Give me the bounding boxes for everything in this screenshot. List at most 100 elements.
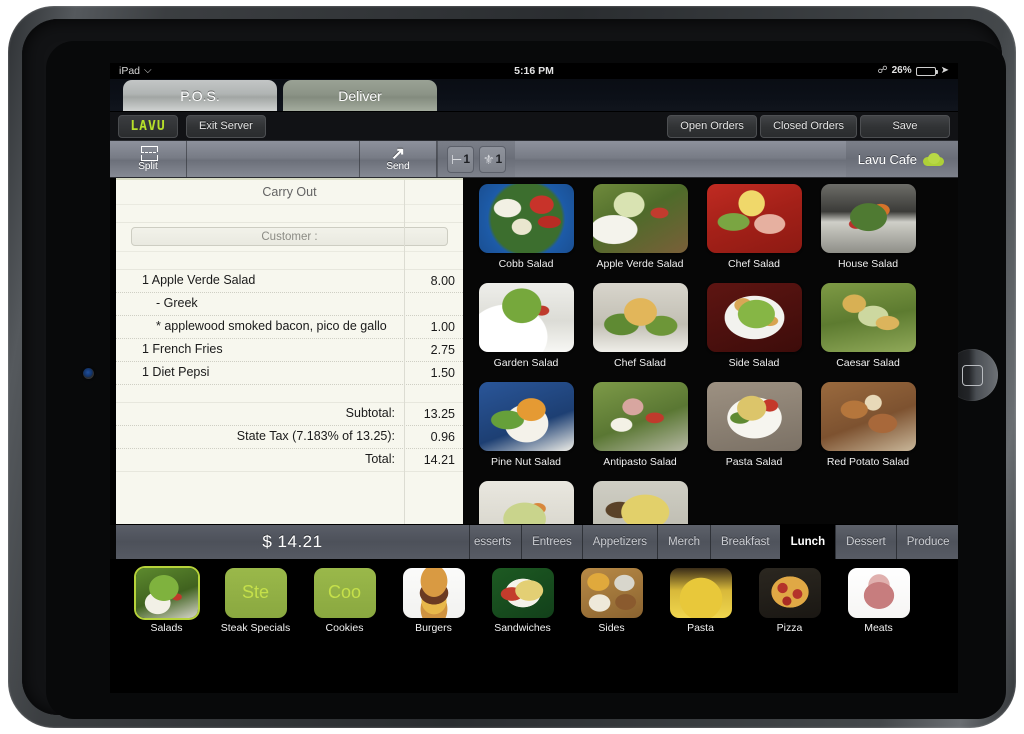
utensil-fork-icon: ⚜ <box>482 151 495 167</box>
menu-item-image <box>478 481 574 524</box>
category-tab-appetizers[interactable]: Appetizers <box>581 525 658 559</box>
dock-category-steak-specials[interactable]: Ste Steak Specials <box>211 567 300 635</box>
split-icon <box>140 145 158 161</box>
menu-item[interactable]: Pasta Salad <box>697 382 811 481</box>
order-type-header: Carry Out <box>116 180 463 205</box>
ticket-line-item[interactable]: * applewood smoked bacon, pico de gallo … <box>116 316 463 339</box>
open-orders-button[interactable]: Open Orders <box>667 114 758 138</box>
customer-field-wrap: Customer : <box>116 223 463 252</box>
line-item-text: - Greek <box>156 296 198 311</box>
total-value: 14.21 <box>423 453 455 467</box>
tab-pos[interactable]: P.O.S. <box>123 80 277 111</box>
guest-count-badge[interactable]: ⚜ 1 <box>479 145 506 173</box>
toolbar-spacer <box>187 141 360 177</box>
status-clock: 5:16 PM <box>514 65 554 77</box>
menu-item-label: Chef Salad <box>614 357 666 369</box>
line-item-text: 1 French Fries <box>142 342 223 357</box>
ticket-gap-totals <box>116 385 463 403</box>
dock-category-image <box>402 567 465 618</box>
dock-category-image <box>847 567 910 618</box>
category-tab-entrees[interactable]: Entrees <box>521 525 582 559</box>
dock-category-pasta[interactable]: Pasta <box>656 567 745 635</box>
dock-category-image <box>758 567 821 618</box>
menu-item-label: Pasta Salad <box>725 456 783 468</box>
dock-category-meats[interactable]: Meats <box>834 567 923 635</box>
dock-category-label: Pizza <box>776 621 803 634</box>
ticket-tax-row: State Tax (7.183% of 13.25): 0.96 <box>116 426 463 449</box>
line-item-text: 1 Apple Verde Salad <box>142 273 256 288</box>
menu-item[interactable]: Red Potato Salad <box>811 382 925 481</box>
menu-item-image <box>478 382 574 451</box>
category-tab-dessert[interactable]: Dessert <box>835 525 896 559</box>
tax-value: 0.96 <box>430 430 455 444</box>
dock-category-burgers[interactable]: Burgers <box>389 567 478 635</box>
dock-category-label: Sides <box>598 621 625 634</box>
ticket-line-item[interactable]: 1 Diet Pepsi 1.50 <box>116 362 463 385</box>
category-tab-desserts-clipped[interactable]: esserts <box>469 525 522 559</box>
action-bar-right-group: Open Orders Closed Orders Save <box>664 114 950 138</box>
mode-tab-bar: P.O.S. Deliver <box>110 79 958 111</box>
menu-item[interactable]: House Salad <box>811 184 925 283</box>
badge-zone: ⊢ 1 ⚜ 1 <box>437 141 515 177</box>
ticket-gap-top <box>116 205 463 223</box>
menu-grid-inner: Cobb Salad Apple Verde Salad Chef Salad <box>469 184 958 524</box>
menu-item[interactable]: Antipasto Salad <box>583 382 697 481</box>
category-tab-merch[interactable]: Merch <box>657 525 711 559</box>
exit-server-button[interactable]: Exit Server <box>186 114 266 138</box>
lavu-logo[interactable]: LAVU <box>118 114 178 138</box>
dock-category-pizza[interactable]: Pizza <box>745 567 834 635</box>
menu-item[interactable] <box>583 481 697 524</box>
closed-orders-button[interactable]: Closed Orders <box>760 114 857 138</box>
menu-item[interactable] <box>469 481 583 524</box>
venue-name-label: Lavu Cafe <box>857 151 917 167</box>
menu-item-image <box>820 184 916 253</box>
menu-item[interactable]: Garden Salad <box>469 283 583 382</box>
ticket-line-item[interactable]: - Greek <box>116 293 463 316</box>
table-seat-icon: ⊢ <box>450 151 463 167</box>
ticket-empty-space <box>116 472 463 524</box>
order-total-button[interactable]: $ 14.21 <box>116 525 469 559</box>
menu-item-image <box>820 283 916 352</box>
table-count-badge[interactable]: ⊢ 1 <box>447 145 474 173</box>
ticket-gap-mid <box>116 252 463 270</box>
menu-item[interactable]: Pine Nut Salad <box>469 382 583 481</box>
menu-item[interactable]: Chef Salad <box>583 283 697 382</box>
menu-item[interactable]: Apple Verde Salad <box>583 184 697 283</box>
menu-item-label: Apple Verde Salad <box>596 258 684 270</box>
dock-category-image: Coo <box>313 567 376 618</box>
dock-category-sandwiches[interactable]: Sandwiches <box>478 567 567 635</box>
subtotal-label: Subtotal: <box>345 406 395 421</box>
line-item-price: 8.00 <box>430 274 455 288</box>
menu-item-image <box>592 382 688 451</box>
tab-deliver[interactable]: Deliver <box>283 80 437 111</box>
dock-category-label: Burgers <box>415 621 452 634</box>
menu-item[interactable]: Cobb Salad <box>469 184 583 283</box>
menu-item[interactable]: Side Salad <box>697 283 811 382</box>
battery-percent-label: 26% <box>891 65 912 76</box>
tax-label: State Tax (7.183% of 13.25): <box>236 429 395 444</box>
menu-item[interactable]: Chef Salad <box>697 184 811 283</box>
menu-item-image <box>478 184 574 253</box>
menu-item-label: Cobb Salad <box>498 258 554 270</box>
save-button[interactable]: Save <box>860 114 950 138</box>
ticket-line-item[interactable]: 1 French Fries 2.75 <box>116 339 463 362</box>
send-button[interactable]: ↗ Send <box>360 141 437 177</box>
menu-item[interactable]: Caesar Salad <box>811 283 925 382</box>
category-tab-lunch[interactable]: Lunch <box>779 525 836 559</box>
dock-category-salads[interactable]: Salads <box>122 567 211 635</box>
menu-item-label: Side Salad <box>728 357 780 369</box>
action-bar: LAVU Exit Server Open Orders Closed Orde… <box>110 111 958 140</box>
ticket-subtotal-row: Subtotal: 13.25 <box>116 403 463 426</box>
ticket-line-item[interactable]: 1 Apple Verde Salad 8.00 <box>116 270 463 293</box>
order-ticket: Carry Out Customer : 1 Apple Verde Salad… <box>116 178 463 524</box>
category-tab-produce[interactable]: Produce <box>895 525 958 559</box>
category-tab-breakfast[interactable]: Breakfast <box>710 525 780 559</box>
dock-category-label: Meats <box>864 621 893 634</box>
split-button[interactable]: Split <box>110 141 187 177</box>
guest-count-value: 1 <box>495 152 503 166</box>
dock-category-sides[interactable]: Sides <box>567 567 656 635</box>
dock-category-label: Sandwiches <box>494 621 551 634</box>
dock-category-label: Salads <box>150 621 183 634</box>
customer-input[interactable]: Customer : <box>131 227 448 246</box>
dock-category-cookies[interactable]: Coo Cookies <box>300 567 389 635</box>
